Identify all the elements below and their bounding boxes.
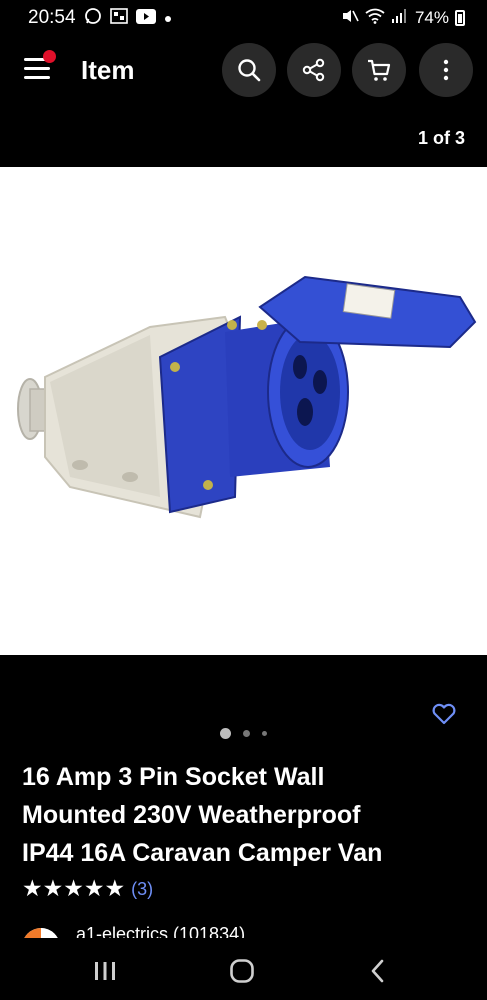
product-photo	[17, 275, 477, 519]
system-navigation-bar	[0, 940, 487, 1000]
back-icon	[371, 959, 384, 983]
cart-button[interactable]	[352, 43, 406, 97]
review-count-link[interactable]: (3)	[131, 879, 153, 900]
gallery-icon	[109, 8, 128, 28]
page-title: Item	[81, 55, 135, 85]
product-title-line: IP44 16A Caravan Camper Van	[22, 839, 383, 867]
page-dot[interactable]	[262, 731, 267, 736]
favorite-button[interactable]	[430, 700, 458, 728]
app-bar: Item	[0, 40, 487, 100]
seller-avatar	[22, 928, 60, 938]
share-button[interactable]	[287, 43, 341, 97]
gallery-pagination	[0, 728, 487, 739]
star-rating-icon: ★★★★★	[22, 876, 126, 902]
more-options-button[interactable]	[419, 43, 473, 97]
search-icon	[238, 59, 261, 82]
home-button[interactable]	[222, 956, 262, 986]
battery-level: 74%	[414, 8, 449, 27]
signal-icon	[391, 8, 409, 29]
hamburger-line	[24, 67, 50, 70]
status-time: 20:54	[28, 7, 76, 28]
heart-icon	[432, 703, 456, 725]
whatsapp-icon	[84, 7, 102, 29]
image-counter: 1 of 3	[417, 128, 465, 148]
product-image[interactable]	[0, 167, 487, 655]
product-rating[interactable]: ★★★★★ (3)	[22, 876, 153, 902]
more-vertical-icon	[443, 59, 449, 81]
cart-icon	[368, 59, 391, 81]
youtube-icon	[135, 8, 156, 28]
menu-button[interactable]	[22, 50, 56, 84]
product-title-line: 16 Amp 3 Pin Socket Wall	[22, 763, 325, 791]
home-icon	[230, 959, 254, 983]
battery-icon	[455, 10, 465, 26]
page-dot[interactable]	[243, 730, 250, 737]
back-button[interactable]	[358, 956, 398, 986]
mute-icon	[341, 8, 359, 29]
share-icon	[302, 58, 325, 82]
wifi-icon	[365, 8, 385, 29]
seller-name[interactable]: a1-electrics (101834)	[76, 924, 245, 938]
seller-row[interactable]: a1-electrics (101834)	[22, 924, 482, 938]
hamburger-line	[24, 76, 50, 79]
notification-badge	[43, 50, 56, 63]
status-bar: 20:54 74%	[0, 0, 487, 36]
recent-apps-button[interactable]	[85, 956, 125, 986]
recent-apps-icon	[95, 962, 115, 980]
product-title: 16 Amp 3 Pin Socket Wall Mounted 230V We…	[22, 758, 462, 872]
page-dot-active[interactable]	[220, 728, 231, 739]
notification-dot-icon	[164, 10, 172, 27]
search-button[interactable]	[222, 43, 276, 97]
product-title-line: Mounted 230V Weatherproof	[22, 801, 361, 829]
